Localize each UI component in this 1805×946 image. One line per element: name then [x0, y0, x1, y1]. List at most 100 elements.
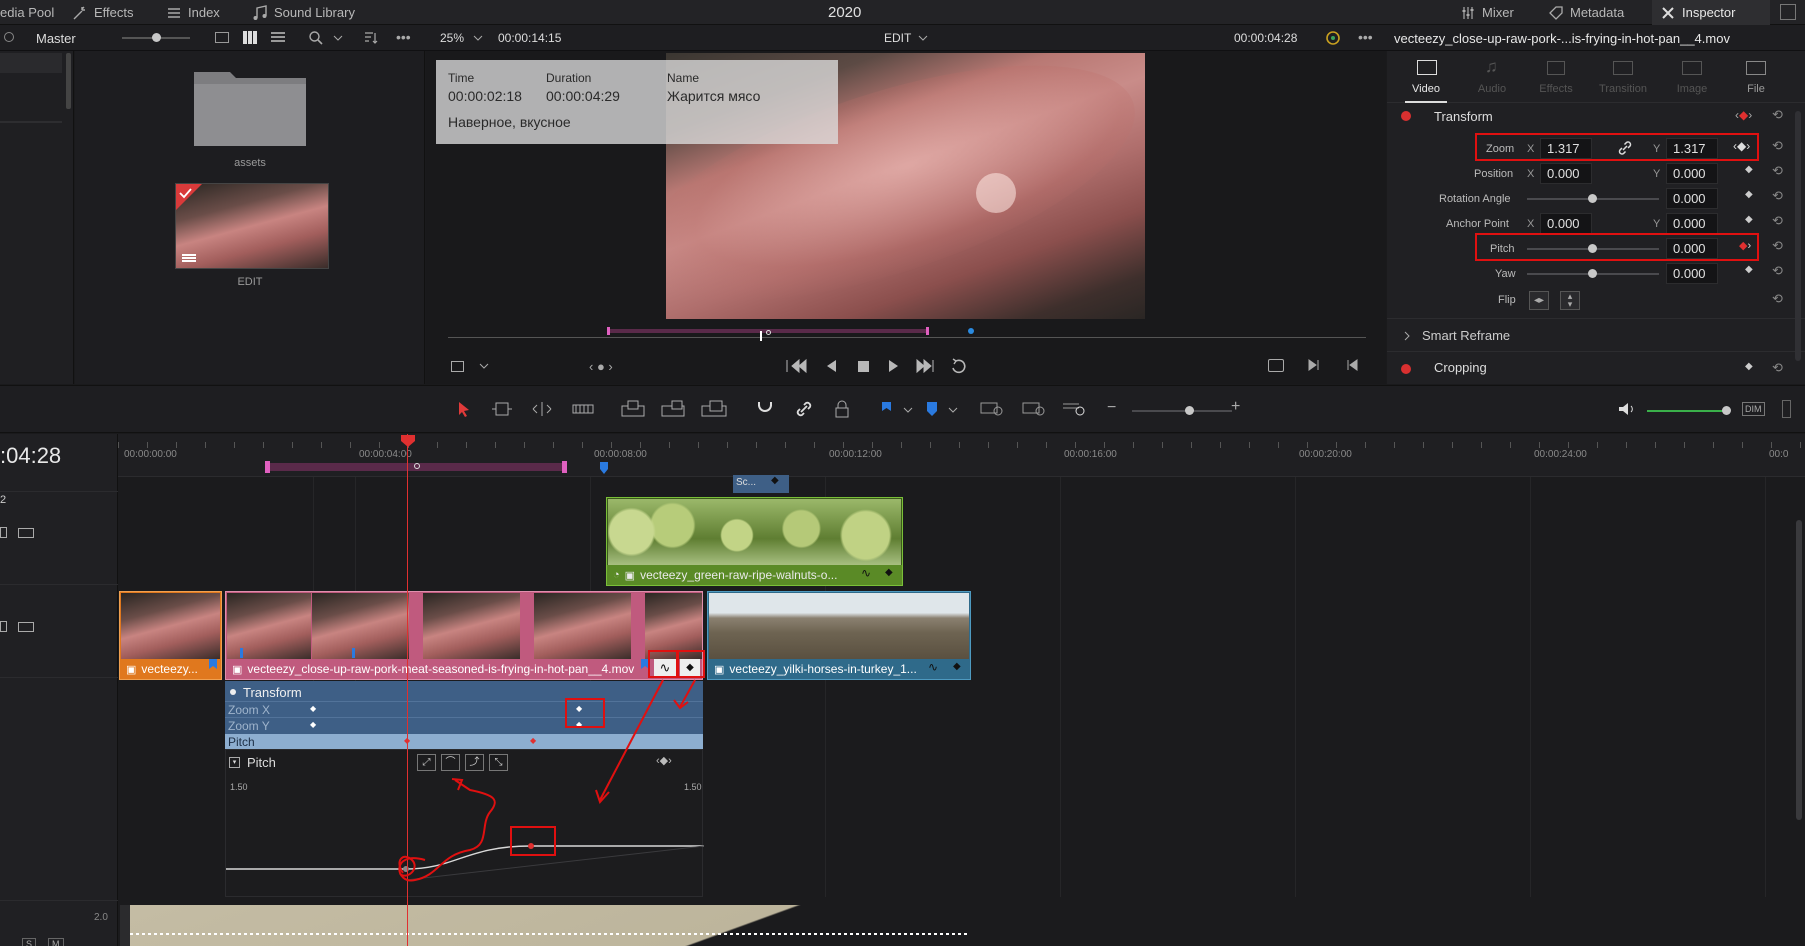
anchor-keyframe-icon[interactable]: ◆	[1745, 214, 1753, 225]
flag-icon[interactable]	[880, 401, 892, 417]
walnut-clip[interactable]: ◔ ▣ vecteezy_green-raw-ripe-walnuts-o...…	[606, 497, 903, 586]
cropping-section-title[interactable]: Cropping	[1434, 360, 1487, 375]
out-marker[interactable]	[926, 327, 929, 335]
metadata-tab[interactable]: Metadata	[1548, 0, 1624, 25]
viewer-playhead[interactable]	[760, 331, 762, 341]
marker-chevron-icon[interactable]	[948, 405, 958, 415]
sort-icon[interactable]	[362, 30, 378, 46]
anchor-reset-icon[interactable]: ⟲	[1772, 213, 1783, 229]
track-lock-icon[interactable]	[0, 527, 7, 538]
viewer-size-icon[interactable]	[451, 361, 464, 372]
horse-clip[interactable]: ▣ vecteezy_yilki-horses-in-turkey_1... ∿…	[707, 591, 971, 680]
yaw-keyframe-icon[interactable]: ◆	[1745, 264, 1753, 275]
mixer-toggle-icon[interactable]	[1782, 400, 1791, 418]
viewer-options-icon[interactable]: •••	[1358, 29, 1373, 45]
marker-icon[interactable]	[926, 401, 938, 417]
overwrite-clip-icon[interactable]	[660, 400, 686, 418]
chevron-right-icon[interactable]	[1403, 331, 1411, 341]
kf-pitch-row[interactable]	[225, 734, 703, 749]
track-video-icon[interactable]	[18, 528, 34, 538]
insert-clip-icon[interactable]	[620, 400, 646, 418]
color-sync-icon[interactable]	[1324, 29, 1342, 47]
skip-to-start-icon[interactable]	[786, 358, 807, 374]
full-extent-zoom-icon[interactable]	[980, 400, 1006, 418]
position-lock-icon[interactable]	[834, 400, 850, 418]
search-icon[interactable]	[308, 30, 324, 46]
rotation-reset-icon[interactable]: ⟲	[1772, 188, 1783, 204]
dim-button[interactable]: DIM	[1742, 402, 1765, 416]
media-pool-tab[interactable]: edia Pool	[0, 0, 54, 25]
zoom-out-icon[interactable]: −	[1107, 399, 1116, 417]
index-tab[interactable]: Index	[166, 0, 220, 25]
tab-file[interactable]: File	[1729, 51, 1783, 103]
viewer-zoom[interactable]: 25%	[440, 31, 464, 45]
timeline-mode[interactable]: EDIT	[884, 31, 911, 45]
bin-icon[interactable]	[4, 32, 14, 42]
prev-edit-icon[interactable]	[1345, 358, 1359, 372]
mode-chevron-icon[interactable]	[918, 33, 928, 43]
rotation-field[interactable]: 0.000	[1666, 188, 1718, 209]
in-marker[interactable]	[607, 327, 610, 335]
pitch-curve-graph[interactable]	[226, 750, 704, 898]
play-icon[interactable]	[889, 360, 898, 372]
metadata-view-icon[interactable]	[215, 32, 229, 43]
loop-icon[interactable]	[952, 358, 966, 374]
folder-icon[interactable]	[192, 66, 308, 148]
rotation-keyframe-icon[interactable]: ◆	[1745, 189, 1753, 200]
pitch-reset-icon[interactable]: ⟲	[1772, 238, 1783, 254]
blade-tool-icon[interactable]	[572, 401, 594, 417]
replace-clip-icon[interactable]	[700, 400, 730, 418]
effects-tab[interactable]: Effects	[72, 0, 134, 25]
scrollbar[interactable]	[66, 53, 71, 109]
timeline-vertical-scrollbar[interactable]	[1796, 520, 1802, 820]
timeline-zoom-knob[interactable]	[1185, 406, 1194, 415]
flip-horizontal-icon[interactable]: ◂▸	[1529, 291, 1549, 310]
solo-button[interactable]: S	[22, 938, 37, 946]
clip-marker-icon[interactable]	[208, 658, 218, 670]
cropping-keyframe-icon[interactable]: ◆	[1745, 361, 1753, 372]
curve-point-1[interactable]	[403, 866, 409, 872]
tab-image[interactable]: Image	[1665, 51, 1719, 103]
viewer-playhead-knob[interactable]	[766, 330, 771, 335]
skip-to-end-icon[interactable]	[916, 358, 934, 374]
position-x-field[interactable]: 0.000	[1540, 163, 1592, 184]
yaw-field[interactable]: 0.000	[1666, 263, 1718, 284]
pitch-keyframe-2[interactable]: ◆	[530, 736, 536, 745]
timeline-out-marker[interactable]	[562, 461, 567, 473]
thumbnail-view-icon[interactable]	[243, 31, 257, 44]
anchor-y-field[interactable]: 0.000	[1666, 213, 1718, 234]
horse-curve-icon[interactable]: ∿	[928, 660, 938, 674]
yaw-slider-knob[interactable]	[1588, 269, 1597, 278]
tab-audio[interactable]: ♫ Audio	[1465, 51, 1519, 103]
yaw-reset-icon[interactable]: ⟲	[1772, 263, 1783, 279]
match-frame-icon[interactable]	[1268, 359, 1284, 372]
transform-enable-toggle[interactable]	[1401, 111, 1411, 121]
chevron-down-icon[interactable]	[333, 33, 343, 43]
timeline-thumbnail[interactable]	[175, 183, 329, 269]
pork-clip-b[interactable]: ▣ vecteezy_close-up-raw-pork-meat-season…	[225, 591, 703, 680]
position-y-field[interactable]: 0.000	[1666, 163, 1718, 184]
playhead-head[interactable]	[400, 434, 416, 448]
flip-reset-icon[interactable]: ⟲	[1772, 291, 1783, 307]
zoom-reset-icon[interactable]: ⟲	[1772, 138, 1783, 154]
rotation-slider-knob[interactable]	[1588, 194, 1597, 203]
anchor-x-field[interactable]: 0.000	[1540, 213, 1592, 234]
timeline-in-marker[interactable]	[265, 461, 270, 473]
bin-item[interactable]	[0, 53, 62, 73]
scene-marker[interactable]: Sc... ◆	[733, 475, 789, 493]
tab-video[interactable]: Video	[1399, 51, 1453, 103]
panel-toggle-icon[interactable]	[1780, 4, 1796, 20]
pork-clip-a[interactable]: ▣ vecteezy...	[119, 591, 222, 680]
zoomy-keyframe-1[interactable]: ◆	[310, 720, 316, 729]
zoomx-keyframe-1[interactable]: ◆	[310, 704, 316, 713]
viewer-size-chevron-icon[interactable]	[479, 361, 489, 371]
volume-slider[interactable]	[1647, 410, 1727, 412]
selection-tool-icon[interactable]	[456, 400, 472, 418]
volume-knob[interactable]	[1722, 406, 1731, 415]
audio-clip[interactable]	[120, 905, 970, 946]
scrubber-track[interactable]	[448, 337, 1366, 338]
linked-selection-icon[interactable]	[795, 400, 813, 418]
track-lock-icon-2[interactable]	[0, 621, 7, 632]
trim-tool-icon[interactable]	[490, 401, 514, 417]
tab-transition[interactable]: Transition	[1591, 51, 1655, 103]
